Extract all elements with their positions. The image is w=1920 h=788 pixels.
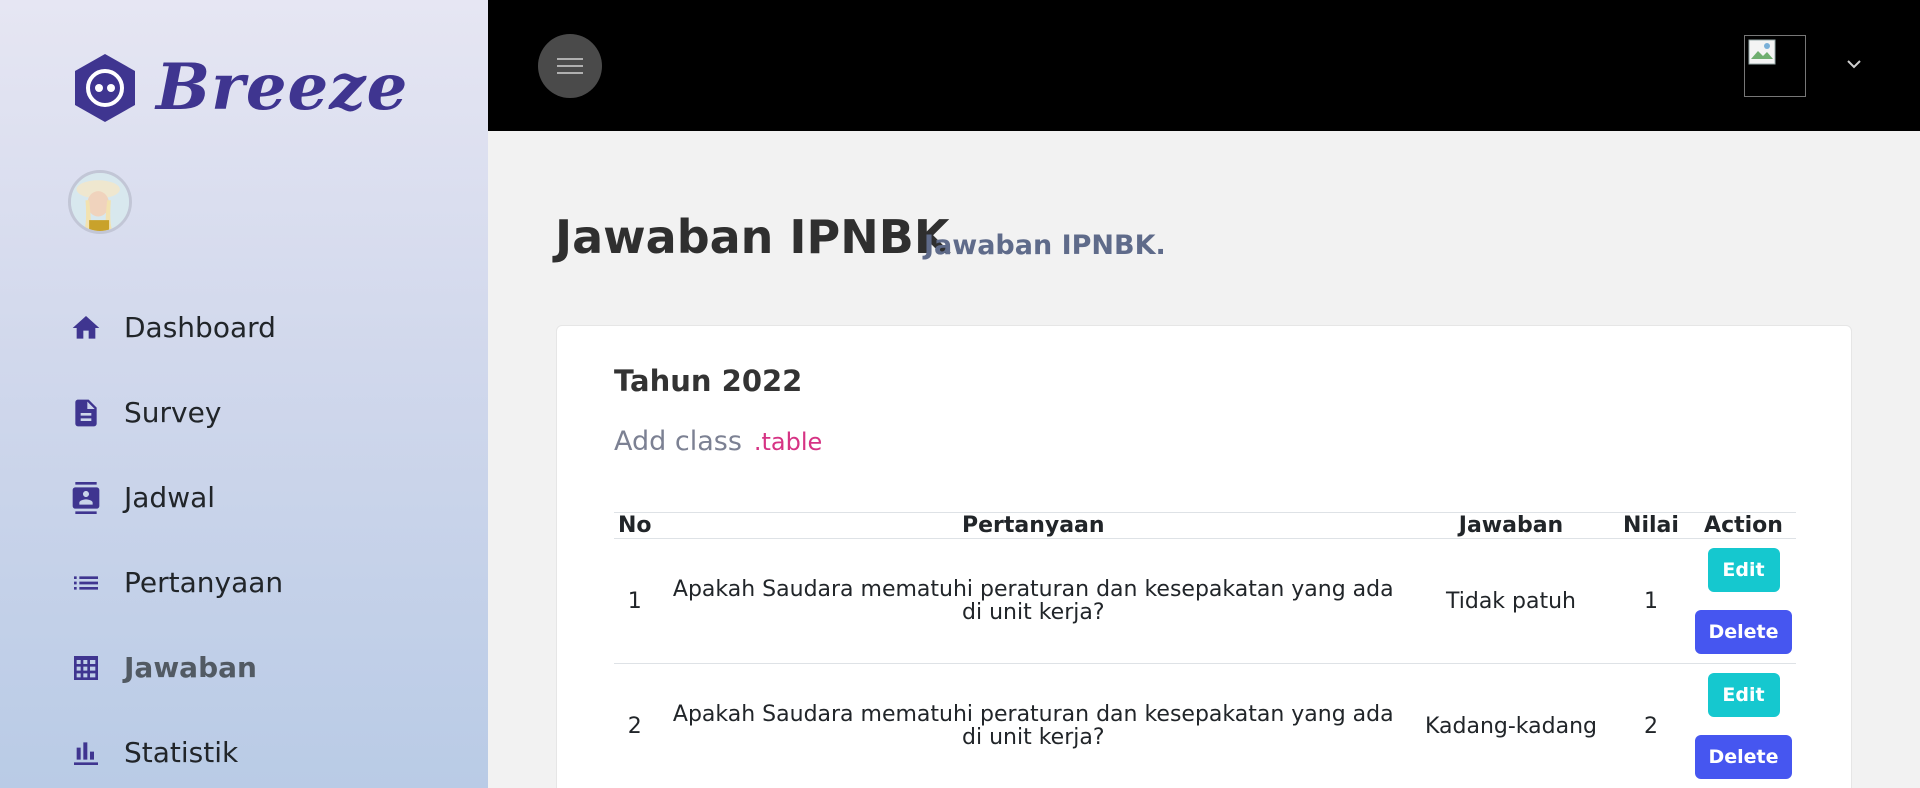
sidebar-item-label: Statistik — [124, 736, 239, 769]
answers-card: Tahun 2022 Add class .table No Pertanyaan… — [556, 325, 1852, 788]
sidebar-item-statistik[interactable]: Statistik — [68, 710, 468, 788]
cell-nilai: 1 — [1611, 538, 1691, 664]
card-description-code: .table — [753, 428, 823, 456]
row-actions: Edit Delete — [1695, 548, 1792, 654]
page-subtitle: Jawaban IPNBK. — [924, 230, 1166, 261]
cell-pertanyaan: Apakah Saudara mematuhi peraturan dan ke… — [655, 663, 1411, 788]
sidebar-item-jadwal[interactable]: Jadwal — [68, 455, 468, 540]
contact-book-icon — [68, 480, 104, 516]
sidebar-item-pertanyaan[interactable]: Pertanyaan — [68, 540, 468, 625]
cell-jawaban: Tidak patuh — [1411, 538, 1611, 664]
card-description-text: Add class — [614, 426, 742, 457]
menu-icon — [557, 58, 583, 74]
avatar[interactable] — [68, 170, 132, 234]
broken-image-icon — [1748, 39, 1776, 65]
table-grid-icon — [68, 650, 104, 686]
breeze-logo-icon — [75, 54, 135, 122]
sidebar: Breeze Dashboard Survey Jadwal Pertanyaa… — [0, 0, 488, 788]
column-header-no: No — [614, 512, 656, 539]
sidebar-item-dashboard[interactable]: Dashboard — [68, 285, 468, 370]
column-header-action: Action — [1691, 512, 1796, 539]
row-actions: Edit Delete — [1695, 673, 1792, 779]
sidebar-item-survey[interactable]: Survey — [68, 370, 468, 455]
delete-button[interactable]: Delete — [1695, 610, 1792, 654]
cell-jawaban: Kadang-kadang — [1411, 663, 1611, 788]
cell-pertanyaan: Apakah Saudara mematuhi peraturan dan ke… — [655, 538, 1411, 664]
table-row: 1 Apakah Saudara mematuhi peraturan dan … — [614, 538, 1796, 664]
home-icon — [68, 310, 104, 346]
brand[interactable]: Breeze — [72, 52, 408, 124]
sidebar-item-label: Dashboard — [124, 311, 276, 344]
edit-button[interactable]: Edit — [1707, 548, 1780, 592]
delete-button[interactable]: Delete — [1695, 735, 1792, 779]
sidebar-item-jawaban[interactable]: Jawaban — [68, 625, 468, 710]
cell-nilai: 2 — [1611, 663, 1691, 788]
column-header-nilai: Nilai — [1611, 512, 1691, 539]
cell-action: Edit Delete — [1691, 538, 1796, 664]
page-title: Jawaban IPNBK — [555, 210, 950, 264]
answers-table: No Pertanyaan Jawaban Nilai Action 1 Apa… — [614, 512, 1796, 788]
card-description: Add class .table — [614, 426, 822, 457]
column-header-jawaban: Jawaban — [1411, 512, 1611, 539]
bar-chart-icon — [68, 735, 104, 771]
cell-no: 2 — [614, 663, 656, 788]
sidebar-nav: Dashboard Survey Jadwal Pertanyaan Jawab… — [68, 285, 468, 788]
brand-name: Breeze — [156, 50, 409, 125]
chevron-down-icon[interactable] — [1844, 54, 1864, 74]
cell-action: Edit Delete — [1691, 663, 1796, 788]
sidebar-item-label: Jadwal — [124, 481, 216, 514]
user-avatar[interactable] — [1744, 35, 1806, 97]
cell-no: 1 — [614, 538, 656, 664]
sidebar-item-label: Pertanyaan — [124, 566, 284, 599]
topbar — [488, 0, 1920, 131]
edit-button[interactable]: Edit — [1707, 673, 1780, 717]
table-row: 2 Apakah Saudara mematuhi peraturan dan … — [614, 663, 1796, 788]
card-title: Tahun 2022 — [614, 364, 803, 398]
sidebar-item-label: Survey — [124, 396, 222, 429]
sidebar-item-label: Jawaban — [124, 651, 257, 684]
column-header-pertanyaan: Pertanyaan — [655, 512, 1411, 539]
file-text-icon — [68, 395, 104, 431]
menu-toggle-button[interactable] — [538, 34, 602, 98]
list-icon — [68, 565, 104, 601]
table-header-row: No Pertanyaan Jawaban Nilai Action — [614, 512, 1796, 539]
